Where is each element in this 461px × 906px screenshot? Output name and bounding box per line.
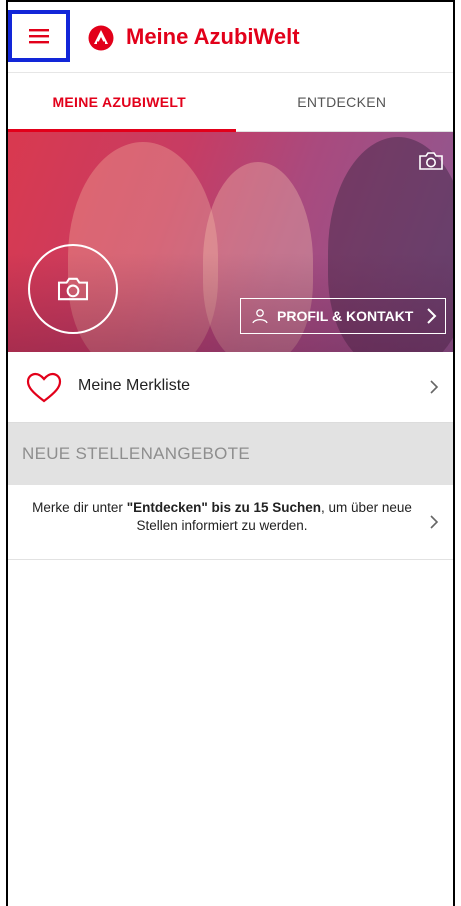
camera-icon <box>57 277 89 301</box>
tab-meine-azubiwelt[interactable]: MEINE AZUBIWELT <box>8 73 231 131</box>
merkliste-row[interactable]: Meine Merkliste <box>8 352 453 423</box>
chevron-right-icon <box>430 515 439 529</box>
app-title: Meine AzubiWelt <box>126 24 300 49</box>
app-bar: Meine AzubiWelt <box>8 2 453 73</box>
profile-contact-button[interactable]: PROFIL & KONTAKT <box>240 298 446 334</box>
tab-bar: MEINE AZUBIWELT ENTDECKEN <box>8 73 453 132</box>
hint-text-part: Merke dir unter <box>32 500 127 515</box>
profile-hero-image: PROFIL & KONTAKT <box>8 132 453 352</box>
saved-search-hint-text: Merke dir unter "Entdecken" bis zu 15 Su… <box>22 499 422 535</box>
profile-photo-button[interactable] <box>28 244 118 334</box>
profile-contact-content: PROFIL & KONTAKT <box>251 307 413 325</box>
menu-button[interactable] <box>8 10 70 62</box>
merkliste-label: Meine Merkliste <box>78 377 191 394</box>
app-frame: Meine AzubiWelt MEINE AZUBIWELT ENTDECKE… <box>6 0 455 906</box>
chevron-right-icon <box>430 380 439 394</box>
hint-text-bold: "Entdecken" bis zu 15 Suchen <box>126 500 322 515</box>
section-header-stellenangebote: NEUE STELLENANGEBOTE <box>8 423 453 485</box>
saved-search-hint-row[interactable]: Merke dir unter "Entdecken" bis zu 15 Su… <box>8 485 453 560</box>
heart-icon <box>26 372 62 403</box>
chevron-right-icon <box>427 308 437 324</box>
camera-icon[interactable] <box>417 150 445 172</box>
tab-entdecken[interactable]: ENTDECKEN <box>231 73 454 131</box>
hamburger-icon <box>29 29 49 44</box>
person-icon <box>252 309 268 324</box>
profile-contact-label: PROFIL & KONTAKT <box>277 308 414 324</box>
arbeitsagentur-logo-icon <box>88 25 114 51</box>
